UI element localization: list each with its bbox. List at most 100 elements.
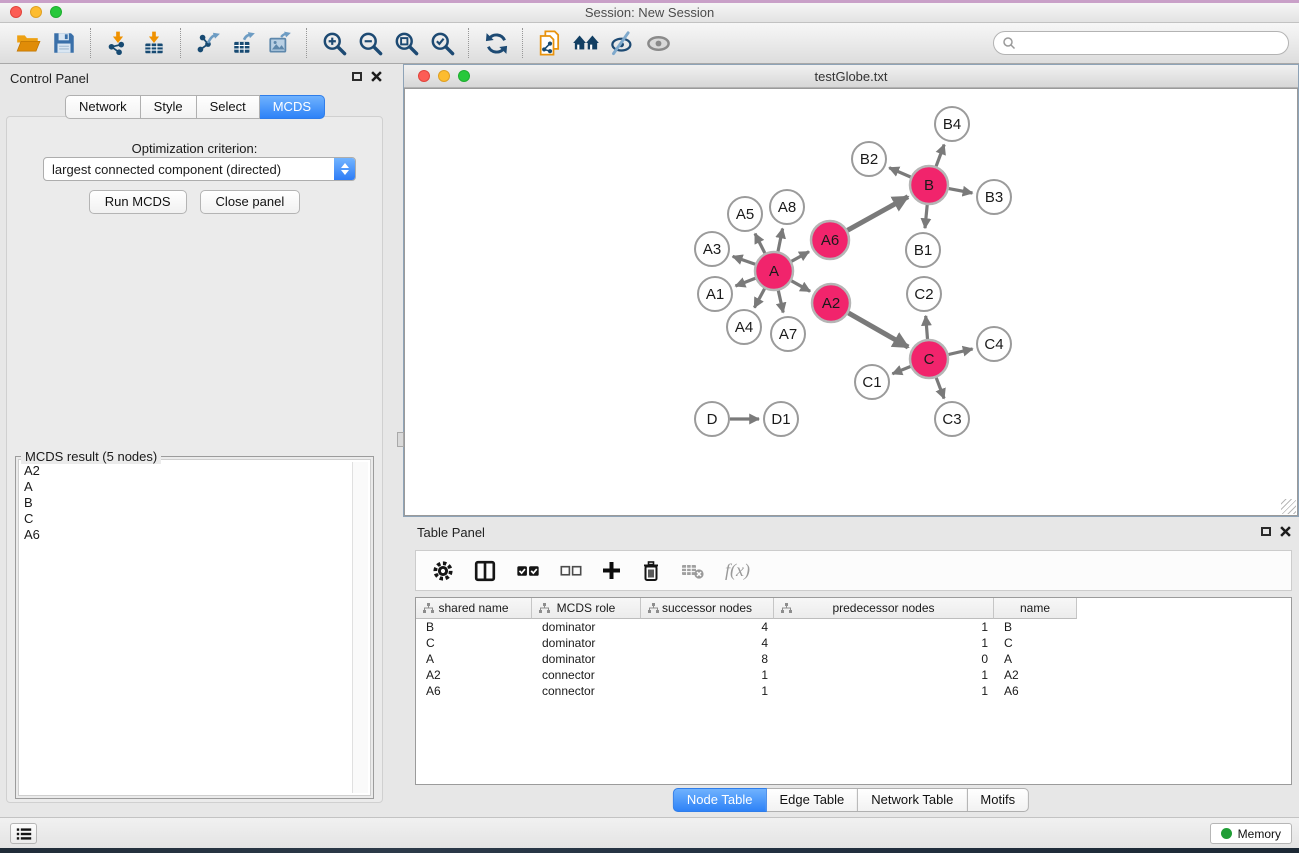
import-network-icon[interactable] xyxy=(100,26,136,60)
graph-edge-A6-B[interactable] xyxy=(848,197,909,231)
tab-mcds[interactable]: MCDS xyxy=(260,95,325,119)
graph-edge-B-B4[interactable] xyxy=(936,145,944,167)
graph-edge-A-A6[interactable] xyxy=(792,252,810,262)
network-window-titlebar[interactable]: testGlobe.txt xyxy=(404,65,1298,88)
column-header-mcds-role[interactable]: MCDS role xyxy=(532,598,641,619)
graph-node-D1[interactable]: D1 xyxy=(764,402,798,436)
graph-edge-A-A7[interactable] xyxy=(778,291,783,313)
delete-column-trash-icon[interactable] xyxy=(641,560,661,582)
graph-node-A1[interactable]: A1 xyxy=(698,277,732,311)
show-graphics-icon[interactable] xyxy=(640,26,676,60)
close-panel-icon[interactable] xyxy=(371,71,382,82)
zoom-fit-icon[interactable] xyxy=(388,26,424,60)
graph-node-D[interactable]: D xyxy=(695,402,729,436)
graph-edge-A-A5[interactable] xyxy=(755,234,765,254)
graph-edge-A-A8[interactable] xyxy=(778,229,783,252)
graph-node-A6[interactable]: A6 xyxy=(811,221,849,259)
graph-edge-A-A3[interactable] xyxy=(733,256,756,264)
column-header-successor-nodes[interactable]: successor nodes xyxy=(641,598,774,619)
graph-edge-B-B3[interactable] xyxy=(949,189,973,193)
close-panel-button[interactable]: Close panel xyxy=(200,190,301,214)
graph-edge-A-A2[interactable] xyxy=(791,281,810,292)
graph-edge-C-C1[interactable] xyxy=(892,367,910,374)
graph-node-A5[interactable]: A5 xyxy=(728,197,762,231)
mcds-result-item[interactable]: A xyxy=(24,479,370,495)
refresh-icon[interactable] xyxy=(478,26,514,60)
result-scrollbar[interactable] xyxy=(352,462,368,793)
splitter-handle[interactable] xyxy=(397,432,404,447)
zoom-in-icon[interactable] xyxy=(316,26,352,60)
graph-node-C4[interactable]: C4 xyxy=(977,327,1011,361)
home-layout-icon[interactable] xyxy=(568,26,604,60)
export-image-icon[interactable] xyxy=(262,26,298,60)
column-header-predecessor-nodes[interactable]: predecessor nodes xyxy=(774,598,994,619)
graph-node-B2[interactable]: B2 xyxy=(852,142,886,176)
table-row[interactable]: Cdominator41C xyxy=(416,635,1291,651)
function-builder-icon[interactable]: f(x) xyxy=(725,560,750,581)
tab-node-table[interactable]: Node Table xyxy=(673,788,767,812)
graph-node-A3[interactable]: A3 xyxy=(695,232,729,266)
tab-edge-table[interactable]: Edge Table xyxy=(766,788,858,812)
delete-table-icon[interactable] xyxy=(681,562,705,580)
table-row[interactable]: A6connector11A6 xyxy=(416,683,1291,699)
save-session-icon[interactable] xyxy=(46,26,82,60)
tab-network[interactable]: Network xyxy=(65,95,141,119)
table-row[interactable]: A2connector11A2 xyxy=(416,667,1291,683)
float-panel-icon[interactable] xyxy=(352,72,362,81)
graph-node-C[interactable]: C xyxy=(910,340,948,378)
graph-node-B3[interactable]: B3 xyxy=(977,180,1011,214)
graph-node-B1[interactable]: B1 xyxy=(906,233,940,267)
mcds-result-item[interactable]: B xyxy=(24,495,370,511)
graph-edge-C-C3[interactable] xyxy=(936,378,944,399)
graph-node-B[interactable]: B xyxy=(910,166,948,204)
graph-edge-B-B1[interactable] xyxy=(925,205,927,228)
close-network-button[interactable] xyxy=(418,70,430,82)
mcds-result-item[interactable]: A2 xyxy=(24,463,370,479)
graph-node-A2[interactable]: A2 xyxy=(812,284,850,322)
mcds-result-item[interactable]: A6 xyxy=(24,527,370,543)
close-window-button[interactable] xyxy=(10,6,22,18)
graph-node-A4[interactable]: A4 xyxy=(727,310,761,344)
column-header-shared-name[interactable]: shared name xyxy=(416,598,532,619)
export-table-icon[interactable] xyxy=(226,26,262,60)
import-table-icon[interactable] xyxy=(136,26,172,60)
zoom-out-icon[interactable] xyxy=(352,26,388,60)
search-input[interactable] xyxy=(1016,35,1280,52)
optimization-select[interactable]: largest connected component (directed) xyxy=(43,157,356,181)
graph-node-A7[interactable]: A7 xyxy=(771,317,805,351)
minimize-window-button[interactable] xyxy=(30,6,42,18)
graph-node-C2[interactable]: C2 xyxy=(907,277,941,311)
task-history-button[interactable] xyxy=(10,823,37,844)
graph-edge-A2-C[interactable] xyxy=(848,313,908,347)
tab-style[interactable]: Style xyxy=(141,95,197,119)
zoom-network-button[interactable] xyxy=(458,70,470,82)
minimize-network-button[interactable] xyxy=(438,70,450,82)
tab-network-table[interactable]: Network Table xyxy=(858,788,967,812)
tab-motifs[interactable]: Motifs xyxy=(967,788,1029,812)
graph-edge-A-A1[interactable] xyxy=(736,278,756,286)
export-network-icon[interactable] xyxy=(190,26,226,60)
clone-network-icon[interactable] xyxy=(532,26,568,60)
add-column-icon[interactable] xyxy=(602,561,621,580)
graph-edge-B-B2[interactable] xyxy=(889,168,910,177)
graph-node-C3[interactable]: C3 xyxy=(935,402,969,436)
table-row[interactable]: Adominator80A xyxy=(416,651,1291,667)
graph-edge-C-C2[interactable] xyxy=(926,316,928,339)
deselect-all-rows-icon[interactable] xyxy=(560,564,582,578)
show-columns-icon[interactable] xyxy=(474,560,496,582)
graph-node-A[interactable]: A xyxy=(755,252,793,290)
zoom-window-button[interactable] xyxy=(50,6,62,18)
zoom-selected-icon[interactable] xyxy=(424,26,460,60)
select-all-rows-icon[interactable] xyxy=(516,563,540,579)
table-row[interactable]: Bdominator41B xyxy=(416,619,1291,635)
memory-button[interactable]: Memory xyxy=(1210,823,1292,844)
table-settings-gear-icon[interactable] xyxy=(432,560,454,582)
column-header-name[interactable]: name xyxy=(994,598,1077,619)
graph-edge-A-A4[interactable] xyxy=(754,289,764,308)
graph-node-C1[interactable]: C1 xyxy=(855,365,889,399)
mcds-result-item[interactable]: C xyxy=(24,511,370,527)
graph-node-B4[interactable]: B4 xyxy=(935,107,969,141)
run-mcds-button[interactable]: Run MCDS xyxy=(89,190,187,214)
close-table-panel-icon[interactable] xyxy=(1280,526,1291,537)
tab-select[interactable]: Select xyxy=(197,95,260,119)
